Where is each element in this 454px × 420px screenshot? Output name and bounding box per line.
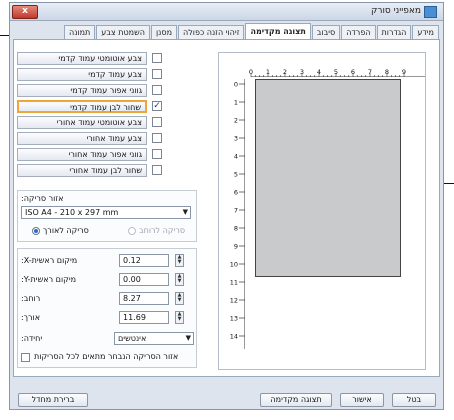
area-button-selected[interactable]: שחור לבן עמוד קדמי — [17, 100, 147, 113]
ruler-tick-label: 6 — [234, 189, 238, 197]
button-bar: ברירת מחדל תצוגה מקדימה אישור בטל — [10, 381, 443, 409]
tab-dropout[interactable]: השמטת צבע — [96, 25, 150, 40]
scanner-app-icon — [424, 6, 437, 18]
scan-area-group: :אזור סריקה ISO A4 - 210 x 297 mm ▼ סריק… — [17, 190, 197, 242]
area-button[interactable]: צבע עמוד קדמי — [17, 68, 147, 81]
ruler-tick-label: 13 — [230, 315, 238, 323]
width-stepper[interactable]: ▲ ▼ — [175, 292, 184, 305]
tab-strip: מידע הגדרות הפרדה סיבוב תצוגה מקדימה זיה… — [63, 23, 439, 40]
area-list: צבע אוטומטי עמוד קדמי צבע עמוד קדמי גוונ… — [17, 52, 213, 180]
ruler-tick-label: 10 — [230, 261, 238, 269]
list-item: צבע אוטומטי עמוד אחורי — [17, 116, 213, 130]
tab-separation[interactable]: הפרדה — [341, 25, 376, 40]
area-checkbox[interactable] — [152, 69, 162, 79]
x-offset-stepper[interactable]: ▲ ▼ — [175, 254, 184, 267]
area-checkbox-checked[interactable]: ✓ — [152, 101, 162, 111]
list-item: צבע עמוד אחורי — [17, 132, 213, 146]
list-item: צבע עמוד קדמי — [17, 68, 213, 82]
fit-all-label: אזור הסריקה הנבחר מתאים לכל הסריקות — [34, 352, 179, 361]
width-input[interactable]: 8.27 — [119, 292, 169, 305]
list-item: גווני אפור עמוד קדמי — [17, 84, 213, 98]
ruler-tick-label: 8 — [234, 225, 238, 233]
ruler-tick-label: 4 — [234, 153, 238, 161]
top-ruler: 0123456789 — [249, 68, 425, 77]
area-button[interactable]: גווני אפור עמוד קדמי — [17, 84, 147, 97]
list-item: צבע אוטומטי עמוד קדמי — [17, 52, 213, 66]
width-label: :רוחב — [21, 294, 41, 303]
scan-area-select[interactable]: ISO A4 - 210 x 297 mm ▼ — [21, 206, 191, 219]
ruler-tick-label: 9 — [234, 243, 238, 251]
area-button[interactable]: צבע אוטומטי עמוד אחורי — [17, 116, 147, 129]
radio-landscape[interactable] — [128, 227, 136, 235]
scan-area-value: ISO A4 - 210 x 297 mm — [25, 208, 119, 217]
area-button[interactable]: שחור לבן עמוד אחורי — [17, 164, 147, 177]
area-checkbox[interactable] — [152, 117, 162, 127]
area-button[interactable]: גווני אפור עמוד אחורי — [17, 148, 147, 161]
tab-settings[interactable]: הגדרות — [376, 25, 412, 40]
area-checkbox[interactable] — [152, 165, 162, 175]
list-item: גווני אפור עמוד אחורי — [17, 148, 213, 162]
list-item: שחור לבן עמוד אחורי — [17, 164, 213, 178]
window-title: מאפייני סורק — [370, 6, 421, 16]
tab-preview[interactable]: תצוגה מקדימה — [245, 23, 311, 40]
preview-tab-panel: צבע אוטומטי עמוד קדמי צבע עמוד קדמי גוונ… — [13, 39, 440, 377]
preview-button[interactable]: תצוגה מקדימה — [260, 393, 332, 407]
x-offset-label: :X-מיקום ראשית — [21, 256, 78, 265]
area-button[interactable]: צבע עמוד אחורי — [17, 132, 147, 145]
scan-area-label: :אזור סריקה — [21, 194, 64, 203]
area-checkbox[interactable] — [152, 85, 162, 95]
area-checkbox[interactable] — [152, 133, 162, 143]
chevron-down-icon: ▼ — [185, 334, 191, 342]
area-checkbox[interactable] — [152, 149, 162, 159]
title-bar: x מאפייני סורק — [10, 3, 443, 21]
cancel-button[interactable]: בטל — [392, 393, 436, 407]
tab-rotation[interactable]: סיבוב — [311, 25, 341, 40]
preview-pane[interactable]: 0123456789 0 1 2 3 4 5 6 7 8 9 10 11 12 13 14 — [218, 52, 426, 370]
length-input[interactable]: 11.69 — [119, 311, 169, 324]
y-offset-label: :Y-מיקום ראשית — [21, 275, 77, 284]
offset-group: :X-מיקום ראשית 0.12 ▲ ▼ :Y-מיקום ראשית 0.… — [17, 248, 197, 368]
tab-multifeed[interactable]: זיהוי הזנה כפולה — [178, 25, 245, 40]
tab-image[interactable]: תמונה — [63, 25, 96, 40]
ruler-tick-label: 11 — [230, 279, 238, 287]
x-offset-input[interactable]: 0.12 — [119, 254, 169, 267]
ruler-tick-label: 1 — [234, 99, 238, 107]
list-item: שחור לבן עמוד קדמי ✓ — [17, 100, 213, 114]
length-stepper[interactable]: ▲ ▼ — [175, 311, 184, 324]
y-offset-stepper[interactable]: ▲ ▼ — [175, 273, 184, 286]
ruler-tick-label: 12 — [230, 297, 238, 305]
length-label: :אורך — [21, 313, 41, 322]
unit-select[interactable]: אינטשים ▼ — [114, 332, 194, 345]
area-button[interactable]: צבע אוטומטי עמוד קדמי — [17, 52, 147, 65]
ruler-tick-label: 5 — [234, 171, 238, 179]
unit-value: אינטשים — [118, 334, 147, 343]
default-button[interactable]: ברירת מחדל — [18, 393, 88, 407]
ruler-tick-label: 14 — [230, 333, 238, 341]
fit-all-checkbox[interactable] — [21, 353, 30, 362]
close-button[interactable]: x — [12, 5, 38, 19]
radio-portrait-label: סריקה לאורך — [43, 226, 89, 235]
left-ruler: 01234567891011121314 — [230, 79, 245, 349]
tab-info[interactable]: מידע — [412, 25, 439, 40]
scanner-properties-window: x מאפייני סורק מידע הגדרות הפרדה סיבוב ת… — [9, 2, 444, 410]
radio-portrait[interactable] — [32, 227, 40, 235]
ruler-tick-label: 7 — [234, 207, 238, 215]
ruler-tick-label: 2 — [234, 117, 238, 125]
ok-button[interactable]: אישור — [340, 393, 384, 407]
ruler-tick-label: 3 — [234, 135, 238, 143]
chevron-down-icon: ▼ — [182, 208, 188, 216]
scan-page-area[interactable] — [255, 79, 401, 277]
y-offset-input[interactable]: 0.00 — [119, 273, 169, 286]
ruler-tick-label: 0 — [234, 81, 238, 89]
area-checkbox[interactable] — [152, 53, 162, 63]
unit-label: :יחידה — [21, 334, 43, 343]
tab-filter[interactable]: מסנן — [151, 25, 178, 40]
radio-landscape-label: סריקה לרוחב — [139, 226, 186, 235]
